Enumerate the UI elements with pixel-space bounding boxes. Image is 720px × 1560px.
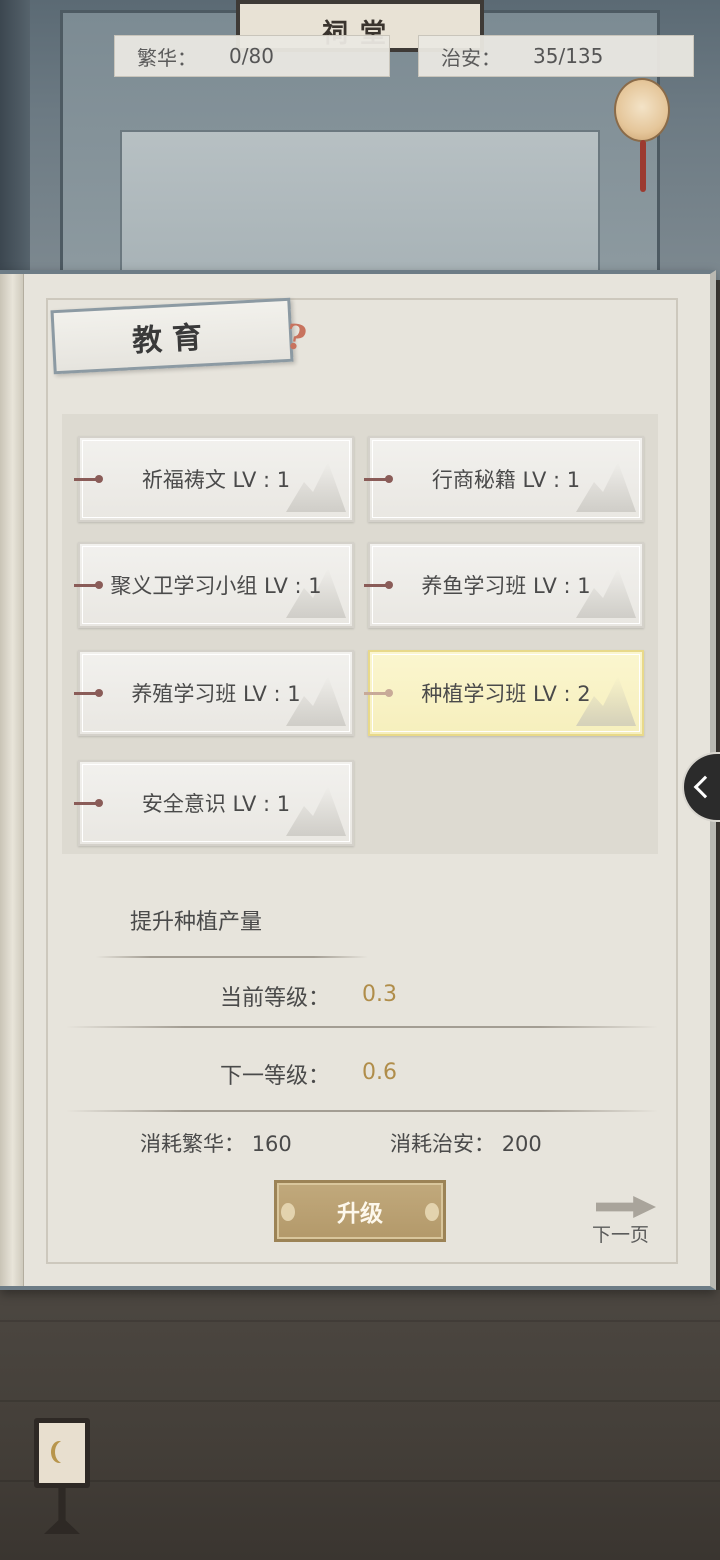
skill-card-breeding[interactable]: 养殖学习班 LV : 1 — [74, 650, 354, 736]
cost-prosperity: 消耗繁华： 160 — [140, 1128, 292, 1158]
divider — [66, 1110, 658, 1112]
security-label: 治安： — [441, 45, 501, 70]
floor-lamp-icon — [34, 1418, 90, 1488]
divider — [96, 956, 368, 958]
book-spine — [0, 274, 24, 1286]
skill-card-planting[interactable]: 种植学习班 LV : 2 — [364, 650, 644, 736]
skill-name: 养殖学习班 LV : 1 — [131, 682, 301, 706]
pin-icon — [74, 689, 103, 697]
pin-icon — [364, 475, 393, 483]
security-stat: 治安： 35/135 — [418, 35, 694, 77]
security-value: 35/135 — [533, 44, 604, 68]
next-page-button[interactable]: 下一页 — [590, 1196, 662, 1246]
pin-icon — [364, 689, 393, 697]
current-level-value: 0.3 — [362, 982, 397, 1007]
skill-name: 种植学习班 LV : 2 — [421, 682, 591, 706]
pin-icon — [364, 581, 393, 589]
prosperity-stat: 繁华： 0/80 — [114, 35, 390, 77]
prosperity-value: 0/80 — [229, 44, 274, 68]
panel-title: 教育 — [131, 319, 214, 360]
next-level-label: 下一等级： — [219, 1064, 330, 1089]
cost-security-label: 消耗治安： — [390, 1132, 495, 1156]
skill-card-guard-study[interactable]: 聚义卫学习小组 LV : 1 — [74, 542, 354, 628]
panel-title-tab: 教育 — [50, 297, 294, 375]
mountain-icon — [286, 786, 346, 836]
skill-card-fishing[interactable]: 养鱼学习班 LV : 1 — [364, 542, 644, 628]
flower-ornament-icon — [281, 1203, 295, 1221]
chevron-left-icon — [693, 775, 717, 799]
skill-description: 提升种植产量 — [130, 910, 263, 935]
skill-name: 聚义卫学习小组 LV : 1 — [110, 574, 322, 598]
current-level-label: 当前等级： — [219, 986, 330, 1011]
pin-icon — [74, 475, 103, 483]
arrow-right-icon — [596, 1196, 656, 1218]
shrine-altar — [120, 130, 600, 280]
upgrade-button[interactable]: 升级 — [274, 1180, 446, 1242]
skills-grid: 祈福祷文 LV : 1 行商秘籍 LV : 1 聚义卫学习小组 LV : 1 养… — [62, 414, 658, 854]
cost-security: 消耗治安： 200 — [390, 1128, 542, 1158]
divider — [66, 1026, 658, 1028]
cost-prosperity-label: 消耗繁华： — [140, 1132, 245, 1156]
skill-name: 养鱼学习班 LV : 1 — [421, 574, 591, 598]
skill-name: 行商秘籍 LV : 1 — [431, 468, 581, 492]
skill-card-trade[interactable]: 行商秘籍 LV : 1 — [364, 436, 644, 522]
prosperity-label: 繁华： — [137, 45, 197, 70]
next-page-label: 下一页 — [592, 1224, 650, 1246]
skill-name: 祈福祷文 LV : 1 — [141, 468, 291, 492]
skill-name: 安全意识 LV : 1 — [141, 792, 291, 816]
lantern-icon — [614, 78, 670, 142]
skill-card-blessing[interactable]: 祈福祷文 LV : 1 — [74, 436, 354, 522]
skill-card-safety[interactable]: 安全意识 LV : 1 — [74, 760, 354, 846]
upgrade-label: 升级 — [337, 1201, 383, 1227]
mountain-icon — [576, 462, 636, 512]
mountain-icon — [286, 462, 346, 512]
flower-ornament-icon — [425, 1203, 439, 1221]
education-panel: 教育 ? 祈福祷文 LV : 1 行商秘籍 LV : 1 聚义卫学习小组 LV … — [0, 270, 716, 1290]
lantern-tassel — [640, 140, 646, 192]
cost-prosperity-value: 160 — [251, 1132, 292, 1156]
cost-security-value: 200 — [501, 1132, 542, 1156]
shrine-wall — [0, 0, 30, 280]
pin-icon — [74, 799, 103, 807]
next-level-value: 0.6 — [362, 1060, 397, 1085]
pin-icon — [74, 581, 103, 589]
floor-background — [0, 1290, 720, 1560]
